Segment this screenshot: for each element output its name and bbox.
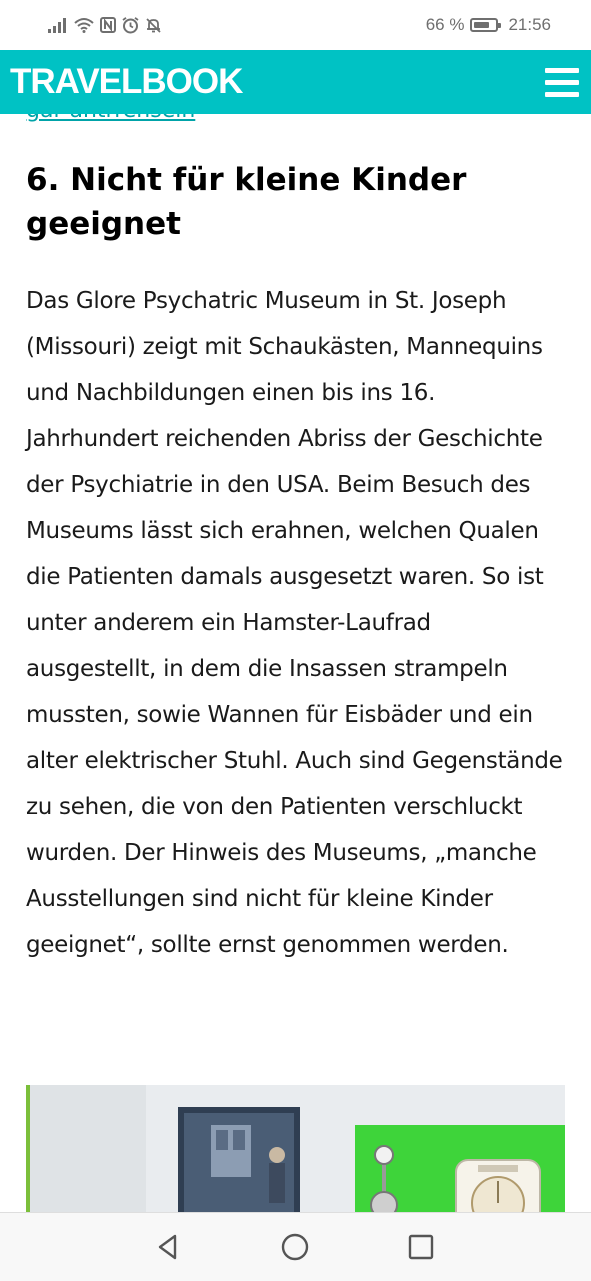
mute-icon bbox=[146, 17, 161, 33]
alarm-icon bbox=[122, 16, 139, 33]
section-heading: 6. Nicht für kleine Kinder geeignet bbox=[26, 162, 467, 242]
section-body-text: Das Glore Psychatric Museum in St. Josep… bbox=[26, 288, 563, 958]
clock: 21:56 bbox=[508, 15, 551, 34]
status-icons-right: 66 % 21:56 bbox=[426, 13, 551, 37]
hamburger-menu-icon[interactable] bbox=[545, 68, 579, 98]
system-navigation-bar bbox=[0, 1212, 591, 1281]
article-section: 6. Nicht für kleine Kinder geeignet Das … bbox=[26, 158, 566, 968]
battery-icon bbox=[470, 18, 502, 32]
status-icons-left bbox=[48, 14, 162, 36]
wifi-icon bbox=[74, 18, 94, 33]
site-header: TRAVELBOOK bbox=[0, 50, 591, 114]
recents-icon[interactable] bbox=[405, 1231, 437, 1263]
signal-icon bbox=[48, 18, 66, 33]
status-bar: 66 % 21:56 bbox=[0, 0, 591, 50]
museum-exhibit-image bbox=[26, 1085, 565, 1225]
nfc-icon bbox=[100, 17, 116, 33]
travelbook-logo[interactable]: TRAVELBOOK bbox=[10, 60, 243, 104]
back-icon[interactable] bbox=[153, 1231, 185, 1263]
article-photo bbox=[26, 1085, 565, 1225]
home-icon[interactable] bbox=[279, 1231, 311, 1263]
battery-percent: 66 % bbox=[425, 15, 465, 34]
battery-level bbox=[474, 22, 490, 28]
